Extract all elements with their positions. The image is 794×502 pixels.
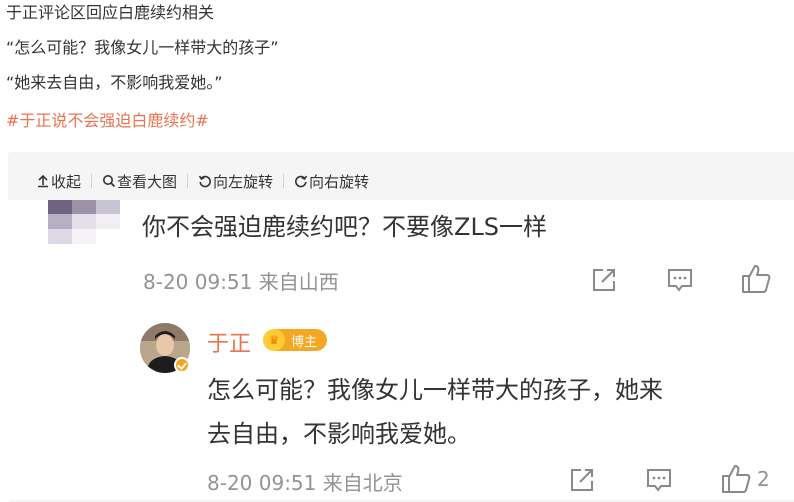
comment-icon[interactable]	[645, 466, 673, 494]
post-line-2: “怎么可能？我像女儿一样带大的孩子”	[6, 38, 279, 57]
toolbar-divider	[283, 174, 285, 188]
share-icon[interactable]	[568, 466, 596, 494]
comment-time: 8-20 09:51	[143, 270, 253, 294]
host-badge-label: 博主	[291, 334, 318, 350]
comment-location: 来自山西	[258, 270, 339, 294]
post-line-1: 于正评论区回应白鹿续约相关	[6, 3, 215, 22]
comment-icon[interactable]	[666, 266, 694, 294]
comment-meta: 8-20 09:51 来自山西	[143, 266, 339, 295]
reply-meta: 8-20 09:51 来自北京	[207, 467, 403, 496]
collapse-button[interactable]: 收起	[36, 171, 81, 192]
toolbar-divider	[187, 174, 189, 188]
like-count: 2	[757, 467, 770, 491]
view-large-label: 查看大图	[117, 172, 178, 191]
reply-text-line-1: 怎么可能？我像女儿一样带大的孩子，她来	[207, 376, 663, 404]
blurred-avatar	[48, 200, 120, 244]
rotate-left-icon	[198, 175, 211, 188]
rotate-right-button[interactable]: 向右旋转	[294, 171, 369, 192]
reply-location: 来自北京	[322, 471, 403, 495]
magnifier-icon	[103, 175, 116, 188]
reply-time: 8-20 09:51	[207, 471, 317, 495]
host-badge: ♛ 博主	[263, 329, 327, 351]
arrow-up-icon	[38, 174, 48, 188]
thumbs-up-icon[interactable]	[720, 463, 752, 495]
rotate-left-label: 向左旋转	[213, 172, 274, 191]
author-name[interactable]: 于正	[207, 326, 251, 358]
crown-icon: ♛	[263, 329, 285, 351]
comment-text: 你不会强迫鹿续约吧？不要像ZLS一样	[142, 213, 548, 241]
toolbar-divider	[91, 174, 93, 188]
hashtag-link[interactable]: #于正说不会强迫白鹿续约#	[6, 111, 209, 131]
share-icon[interactable]	[590, 266, 618, 294]
thumbs-up-icon[interactable]	[740, 263, 772, 295]
reply-text: 怎么可能？我像女儿一样带大的孩子，她来 去自由，不影响我爱她。	[207, 368, 787, 456]
rotate-right-label: 向右旋转	[309, 172, 370, 191]
view-large-button[interactable]: 查看大图	[102, 171, 177, 192]
rotate-right-icon	[295, 175, 308, 188]
verified-badge-icon	[174, 357, 190, 373]
post-line-3: “她来去自由，不影响我爱她。”	[6, 73, 223, 92]
reply-text-line-2: 去自由，不影响我爱她。	[207, 420, 471, 448]
collapse-label: 收起	[51, 172, 82, 191]
rotate-left-button[interactable]: 向左旋转	[198, 171, 273, 192]
image-toolbar: 收起 查看大图 向左旋转 向右旋转	[36, 170, 369, 192]
